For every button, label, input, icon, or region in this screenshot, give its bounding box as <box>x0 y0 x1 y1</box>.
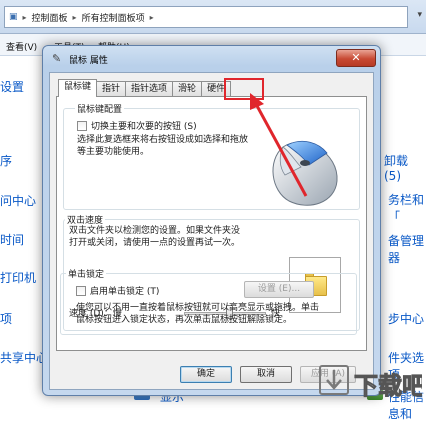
watermark-logo-icon: 下载吧 <box>319 365 422 401</box>
annotation-arrow-icon <box>250 93 308 197</box>
watermark-text: 下载吧 <box>354 372 422 400</box>
tab-buttons[interactable]: 鼠标键 <box>58 79 98 97</box>
